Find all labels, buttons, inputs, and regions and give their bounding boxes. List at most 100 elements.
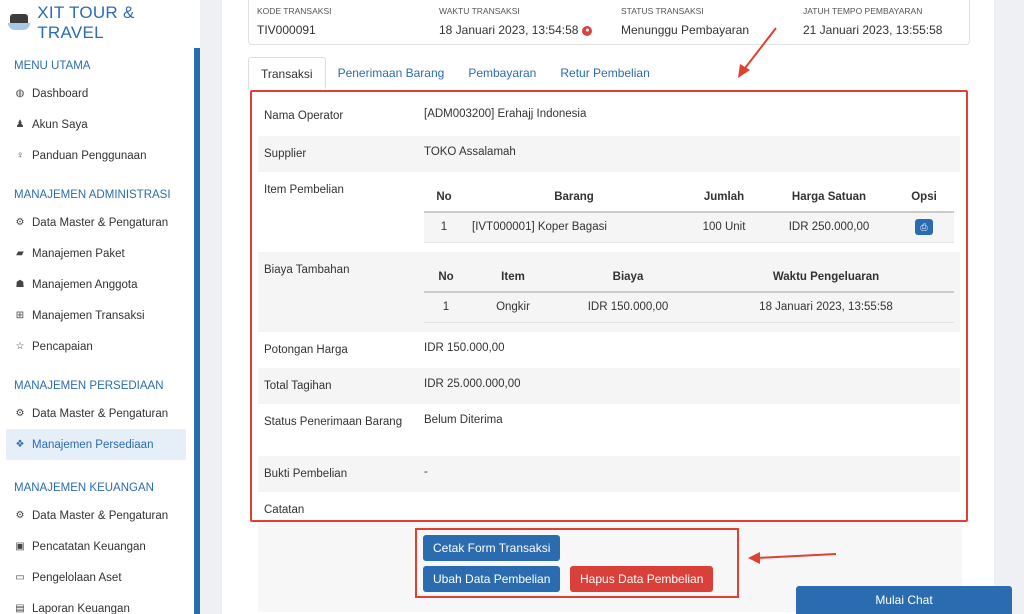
table-row: 1 [IVT000001] Koper Bagasi 100 Unit IDR … <box>424 212 954 243</box>
row-catatan: Catatan <box>258 492 960 522</box>
sidebar-item-manajemen-persediaan[interactable]: ❖ Manajemen Persediaan <box>6 429 186 460</box>
kode-transaksi: KODE TRANSAKSI TIV000091 <box>257 6 331 37</box>
sidebar-item-manajemen-anggota[interactable]: ☗ Manajemen Anggota <box>0 269 200 300</box>
sidebar-item-label: Dashboard <box>32 87 89 100</box>
catatan-label: Catatan <box>264 504 305 516</box>
row-total: Total Tagihan IDR 25.000.000,00 <box>258 368 960 404</box>
tab-transaksi[interactable]: Transaksi <box>248 57 326 89</box>
sidebar-item-dashboard[interactable]: ◍ Dashboard <box>0 78 200 109</box>
col-no: No <box>424 182 464 213</box>
col-item: Item <box>468 262 558 293</box>
kode-label: KODE TRANSAKSI <box>257 6 332 16</box>
transaction-header: KODE TRANSAKSI TIV000091 WAKTU TRANSAKSI… <box>248 0 970 45</box>
cell-waktu: 18 Januari 2023, 13:55:58 <box>698 292 954 323</box>
sidebar-scrollbar[interactable] <box>194 48 200 614</box>
bukti-label: Bukti Pembelian <box>264 468 348 480</box>
cell-opsi: ⎙ <box>894 212 954 243</box>
col-waktu: Waktu Pengeluaran <box>698 262 954 293</box>
tab-pembayaran[interactable]: Pembayaran <box>456 57 548 89</box>
ubah-data-button[interactable]: Ubah Data Pembelian <box>423 566 561 592</box>
section-manajemen-persediaan: MANAJEMEN PERSEDIAAN <box>14 380 164 392</box>
cell-biaya: IDR 150.000,00 <box>558 292 698 323</box>
globe-icon[interactable]: ● <box>582 25 593 36</box>
row-biaya-tambahan: Biaya Tambahan No Item Biaya Waktu Penge… <box>258 252 960 332</box>
sidebar-item-label: Data Master & Pengaturan <box>32 216 169 229</box>
waktu-value-wrap: 18 Januari 2023, 13:54:58 ● <box>439 23 593 37</box>
sidebar-item-data-master-admin[interactable]: ⚙ Data Master & Pengaturan <box>0 207 200 238</box>
cetak-form-button[interactable]: Cetak Form Transaksi <box>423 535 561 561</box>
sidebar-item-data-master-keuangan[interactable]: ⚙ Data Master & Pengaturan <box>0 500 200 531</box>
kaaba-logo-icon <box>8 14 30 32</box>
supplier-value: TOKO Assalamah <box>424 146 516 158</box>
tab-bar: Transaksi Penerimaan Barang Pembayaran R… <box>248 57 662 89</box>
sidebar-item-manajemen-paket[interactable]: ▰ Manajemen Paket <box>0 238 200 269</box>
sidebar-item-label: Data Master & Pengaturan <box>32 407 169 420</box>
kode-value: TIV000091 <box>257 23 316 37</box>
lightbulb-icon: ♀ <box>16 150 24 161</box>
biaya-table: No Item Biaya Waktu Pengeluaran 1 Ongkir… <box>424 262 954 323</box>
annotation-arrow-bottom <box>748 552 837 564</box>
sidebar: XIT TOUR & TRAVEL MENU UTAMA ◍ Dashboard … <box>0 0 200 614</box>
brand-title: XIT TOUR & TRAVEL <box>37 3 135 42</box>
cell-jumlah: 100 Unit <box>684 212 764 243</box>
cart-icon: ⊞ <box>15 310 25 321</box>
col-jumlah: Jumlah <box>684 182 764 213</box>
waktu-value: 18 Januari 2023, 13:54:58 <box>439 23 579 37</box>
drive-icon: ▭ <box>15 572 25 583</box>
dashboard-icon: ◍ <box>15 88 25 99</box>
cell-item: Ongkir <box>468 292 558 323</box>
total-label: Total Tagihan <box>264 380 332 392</box>
tab-retur-pembelian[interactable]: Retur Pembelian <box>548 57 661 89</box>
section-manajemen-administrasi: MANAJEMEN ADMINISTRASI <box>14 189 171 201</box>
supplier-label: Supplier <box>264 148 307 160</box>
sidebar-item-manajemen-transaksi[interactable]: ⊞ Manajemen Transaksi <box>0 300 200 331</box>
row-supplier: Supplier TOKO Assalamah <box>258 136 960 172</box>
total-value: IDR 25.000.000,00 <box>424 378 521 390</box>
cell-no: 1 <box>424 292 468 323</box>
cell-harga: IDR 250.000,00 <box>764 212 894 243</box>
row-operator: Nama Operator [ADM003200] Erahajj Indone… <box>258 98 960 136</box>
print-icon[interactable]: ⎙ <box>915 219 933 236</box>
sidebar-item-akun-saya[interactable]: ♟ Akun Saya <box>0 109 200 140</box>
table-header-row: No Item Biaya Waktu Pengeluaran <box>424 262 954 293</box>
bukti-value: - <box>424 466 428 478</box>
item-table-wrap: No Barang Jumlah Harga Satuan Opsi 1 [IV… <box>418 172 960 252</box>
brand[interactable]: XIT TOUR & TRAVEL <box>0 0 200 46</box>
status-label: STATUS TRANSAKSI <box>621 6 704 16</box>
cell-barang: [IVT000001] Koper Bagasi <box>464 212 684 243</box>
star-icon: ☆ <box>15 341 25 352</box>
sidebar-item-label: Laporan Keuangan <box>32 602 130 614</box>
row-potongan: Potongan Harga IDR 150.000,00 <box>258 332 960 368</box>
col-barang: Barang <box>464 182 684 213</box>
cubes-icon: ❖ <box>15 439 25 450</box>
annotation-arrow-top <box>738 27 777 78</box>
waktu-transaksi: WAKTU TRANSAKSI 18 Januari 2023, 13:54:5… <box>439 6 593 37</box>
item-table: No Barang Jumlah Harga Satuan Opsi 1 [IV… <box>424 182 954 243</box>
sidebar-item-pengelolaan-aset[interactable]: ▭ Pengelolaan Aset <box>0 562 200 593</box>
user-icon: ♟ <box>15 119 25 130</box>
section-menu-utama: MENU UTAMA <box>14 60 91 72</box>
sidebar-item-label: Pencapaian <box>32 340 93 353</box>
section-manajemen-keuangan: MANAJEMEN KEUANGAN <box>14 482 154 494</box>
catatan-value <box>418 492 960 522</box>
potongan-value: IDR 150.000,00 <box>424 342 505 354</box>
operator-label: Nama Operator <box>264 110 344 122</box>
sidebar-item-pencapaian[interactable]: ☆ Pencapaian <box>0 331 200 362</box>
col-harga: Harga Satuan <box>764 182 894 213</box>
sidebar-item-data-master-persediaan[interactable]: ⚙ Data Master & Pengaturan <box>0 398 200 429</box>
col-opsi: Opsi <box>894 182 954 213</box>
biaya-label: Biaya Tambahan <box>264 264 350 276</box>
potongan-label: Potongan Harga <box>264 344 348 356</box>
sidebar-item-panduan[interactable]: ♀ Panduan Penggunaan <box>0 140 200 171</box>
sidebar-item-pencatatan-keuangan[interactable]: ▣ Pencatatan Keuangan <box>0 531 200 562</box>
biaya-table-wrap: No Item Biaya Waktu Pengeluaran 1 Ongkir… <box>418 252 960 332</box>
sidebar-item-label: Manajemen Persediaan <box>32 438 154 451</box>
tab-penerimaan-barang[interactable]: Penerimaan Barang <box>326 57 457 89</box>
status-penerimaan-value: Belum Diterima <box>424 414 503 426</box>
sidebar-item-laporan-keuangan[interactable]: ▤ Laporan Keuangan <box>0 593 200 614</box>
mulai-chat-button[interactable]: Mulai Chat <box>796 586 1012 614</box>
jatuh-tempo: JATUH TEMPO PEMBAYARAN 21 Januari 2023, … <box>803 6 942 37</box>
row-item-pembelian: Item Pembelian No Barang Jumlah Harga Sa… <box>258 172 960 252</box>
hapus-data-button[interactable]: Hapus Data Pembelian <box>570 566 714 592</box>
table-row: 1 Ongkir IDR 150.000,00 18 Januari 2023,… <box>424 292 954 323</box>
